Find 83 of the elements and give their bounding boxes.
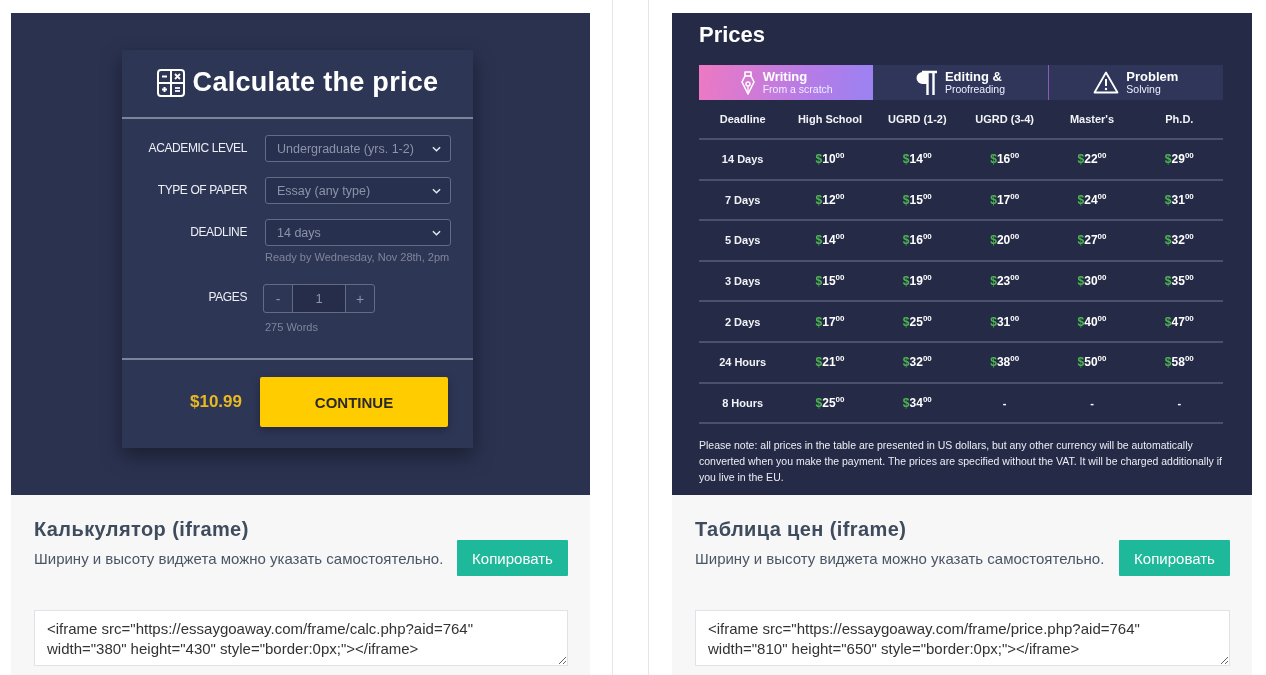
field-hint: Ready by Wednesday, Nov 28th, 2pm: [265, 251, 450, 263]
price-cell: $31$^{00}$: [1164, 192, 1194, 207]
deadline-cell: 2 Days: [724, 315, 761, 328]
price-cell: $16$^{00}$: [902, 233, 932, 248]
price-cell: $29$^{00}$: [1164, 152, 1194, 167]
price-cell: $50$^{00}$: [1077, 355, 1107, 370]
table-cell: -: [1090, 396, 1094, 409]
decrement-button[interactable]: -: [264, 285, 292, 312]
price-cell: $10$^{00}$: [815, 152, 845, 167]
chevron-down-icon: [432, 229, 441, 236]
dropdown[interactable]: 14 days: [265, 219, 451, 246]
price-cell: $32$^{00}$: [902, 355, 932, 370]
price-cell: $27$^{00}$: [1077, 233, 1107, 248]
deadline-cell: 7 Days: [724, 193, 761, 206]
deadline-cell: 5 Days: [724, 234, 761, 247]
price-cell: $23$^{00}$: [990, 274, 1020, 289]
calculator-icon: [156, 68, 185, 97]
price-cell: $35$^{00}$: [1164, 274, 1194, 289]
price-cell: $14$^{00}$: [902, 152, 932, 167]
widget-title: Таблица цен (iframe): [695, 518, 908, 540]
price-cell: $21$^{00}$: [815, 355, 845, 370]
price-cell: $14$^{00}$: [815, 233, 845, 248]
price-cell: $19$^{00}$: [902, 274, 932, 289]
price-total: $10.99: [189, 392, 242, 412]
price-cell: $31$^{00}$: [990, 314, 1020, 329]
tab[interactable]: Writing From a scratch: [699, 65, 874, 100]
field-hint: 275 Words: [265, 321, 318, 333]
prices-title: Prices: [699, 22, 767, 48]
price-cell: $40$^{00}$: [1077, 314, 1107, 329]
price-cell: $16$^{00}$: [990, 152, 1020, 167]
column-header: Deadline: [719, 113, 766, 125]
column-header: Ph.D.: [1165, 113, 1194, 125]
widget-title: Калькулятор (iframe): [34, 518, 250, 540]
price-cell: $58$^{00}$: [1164, 355, 1194, 370]
chevron-down-icon: [432, 187, 441, 194]
column-header: UGRD (1-2): [888, 113, 947, 125]
pen-nib-icon: [739, 70, 756, 95]
deadline-cell: 3 Days: [724, 275, 761, 288]
price-cell: $15$^{00}$: [815, 274, 845, 289]
pages-input[interactable]: 1: [292, 285, 346, 312]
calculator-title: Calculate the price: [192, 67, 439, 98]
deadline-cell: 14 Days: [721, 153, 764, 166]
embed-code-field[interactable]: <iframe src="https://essaygoaway.com/frame/price.php?aid=764" width="810" height="650" style="border:0px;"></iframe>: [695, 610, 1230, 666]
price-cell: $32$^{00}$: [1164, 233, 1194, 248]
field-label: TYPE OF PAPER: [156, 182, 247, 199]
price-cell: $47$^{00}$: [1164, 314, 1194, 329]
dropdown[interactable]: Undergraduate (yrs. 1-2): [265, 135, 451, 162]
price-cell: $17$^{00}$: [815, 314, 845, 329]
increment-button[interactable]: +: [346, 285, 374, 312]
price-cell: $20$^{00}$: [990, 233, 1020, 248]
tab[interactable]: Problem Solving: [1047, 65, 1223, 100]
column-header: UGRD (3-4): [975, 113, 1034, 125]
widget-description: Ширину и высоту виджета можно указать самостоятельно.: [695, 549, 1105, 567]
field-label: ACADEMIC LEVEL: [147, 140, 247, 157]
chevron-down-icon: [432, 145, 441, 152]
price-cell: $22$^{00}$: [1077, 152, 1107, 167]
price-cell: $24$^{00}$: [1077, 192, 1107, 207]
field-label: DEADLINE: [189, 224, 247, 241]
price-cell: $17$^{00}$: [990, 192, 1020, 207]
table-cell: -: [1177, 396, 1182, 409]
price-cell: $30$^{00}$: [1077, 274, 1107, 289]
field-label: PAGES: [207, 289, 247, 306]
embed-code-field[interactable]: <iframe src="https://essaygoaway.com/frame/calc.php?aid=764" width="380" height="430" style="border:0px;"></iframe>: [34, 610, 568, 666]
deadline-cell: 24 Hours: [719, 356, 767, 369]
copy-button[interactable]: Копировать: [1119, 540, 1230, 576]
column-header: High School: [797, 113, 863, 125]
warning-icon: [1093, 71, 1120, 94]
pilcrow-icon: [915, 69, 938, 96]
price-cell: $25$^{00}$: [902, 314, 932, 329]
price-cell: $34$^{00}$: [902, 395, 932, 410]
price-cell: $15$^{00}$: [902, 192, 932, 207]
widget-description: Ширину и высоту виджета можно указать самостоятельно.: [34, 549, 444, 567]
price-note: Please note: all prices in the table are presented in US dollars, but any other currency will be automatically converted when you make the payment. The prices are specified without the VAT. It will be charged additionally if you live in the EU.: [699, 438, 1223, 486]
price-cell: $38$^{00}$: [990, 355, 1020, 370]
continue-button[interactable]: CONTINUE: [260, 377, 448, 427]
price-cell: $12$^{00}$: [815, 192, 845, 207]
deadline-cell: 8 Hours: [722, 396, 764, 409]
price-cell: $25$^{00}$: [815, 395, 845, 410]
dropdown[interactable]: Essay (any type): [265, 177, 451, 204]
tab[interactable]: Editing & Proofreading: [873, 65, 1048, 100]
table-cell: -: [1002, 396, 1007, 409]
column-header: Master's: [1069, 113, 1115, 125]
copy-button[interactable]: Копировать: [457, 540, 568, 576]
